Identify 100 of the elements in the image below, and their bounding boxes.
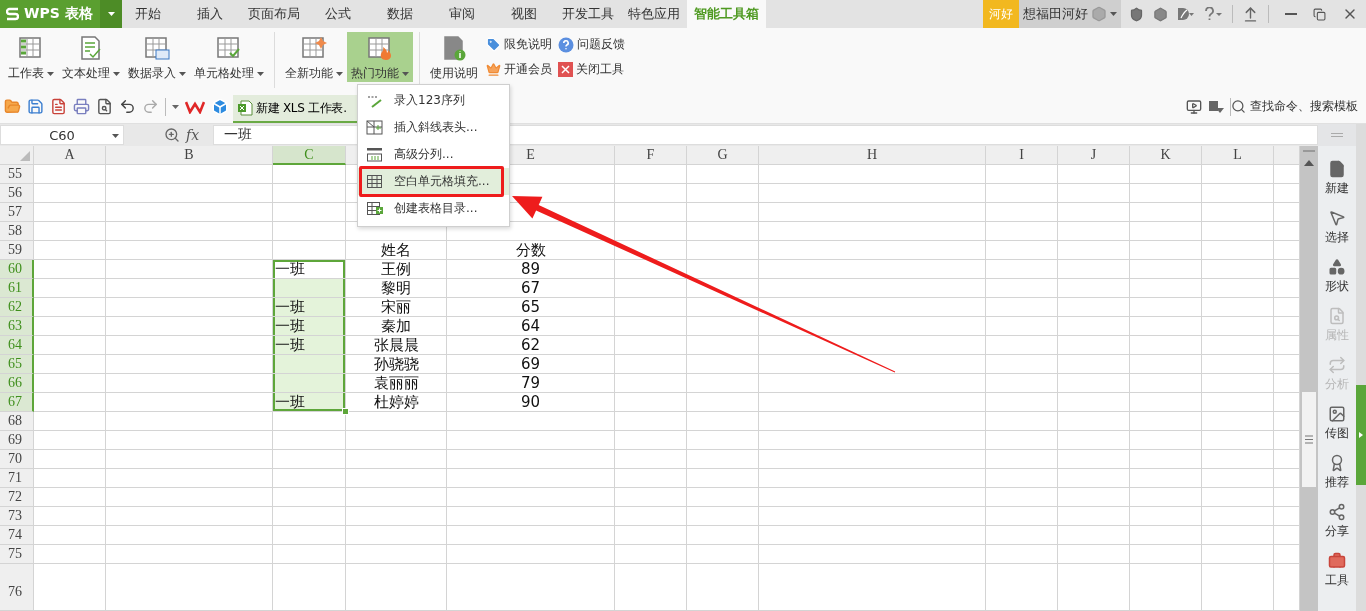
table-cell [34, 279, 106, 298]
ribbon-tab[interactable]: 数据 [369, 0, 431, 28]
table-cell: 一班 [273, 336, 346, 355]
leaf-icon[interactable] [1177, 7, 1195, 21]
ribbon-small-button[interactable]: 问题反馈 [558, 36, 625, 53]
ribbon-tab[interactable]: 插入 [179, 0, 241, 28]
table-cell [34, 355, 106, 374]
redo-icon[interactable] [142, 98, 159, 115]
column-header[interactable]: F [615, 146, 687, 165]
column-header[interactable]: I [986, 146, 1058, 165]
row-header[interactable]: 57 [0, 203, 34, 222]
ribbon-small-button[interactable]: 限免说明 [486, 36, 552, 53]
sidebar-item[interactable]: 形状 [1325, 258, 1349, 295]
monitor-icon[interactable] [1186, 98, 1202, 115]
row-header[interactable]: 74 [0, 526, 34, 545]
grip-icon [1305, 435, 1313, 444]
table-cell [615, 317, 687, 336]
table-cell [1274, 241, 1300, 260]
table-cell [1058, 564, 1130, 611]
ribbon-tab[interactable]: 开发工具 [555, 0, 621, 28]
flag-icon[interactable] [1208, 99, 1224, 114]
scroll-up-icon[interactable] [1304, 160, 1314, 166]
account-button[interactable]: 想福田河好 [1019, 0, 1121, 28]
ribbon-small-button[interactable]: 关闭工具 [558, 61, 625, 78]
row-header[interactable]: 55 [0, 165, 34, 184]
vertical-scrollbar[interactable] [1300, 146, 1318, 611]
ribbon-button[interactable]: 全新功能 [281, 32, 347, 82]
row-header[interactable]: 56 [0, 184, 34, 203]
row-header[interactable]: 71 [0, 469, 34, 488]
upload-icon[interactable] [1242, 5, 1259, 23]
sidebar-item[interactable]: 推荐 [1325, 454, 1349, 491]
sidebar-item[interactable]: 传图 [1325, 405, 1349, 442]
column-header[interactable]: A [34, 146, 106, 165]
ribbon-tab[interactable]: 审阅 [431, 0, 493, 28]
column-header[interactable]: L [1202, 146, 1274, 165]
function-button[interactable]: fx [186, 127, 200, 143]
help-icon[interactable] [1204, 7, 1223, 21]
ribbon-button[interactable]: 工作表 [4, 32, 58, 82]
table-cell [986, 241, 1058, 260]
sidebar-item[interactable]: 分享 [1325, 503, 1349, 540]
column-header[interactable]: K [1130, 146, 1202, 165]
folder-icon[interactable] [4, 98, 21, 115]
table-cell [1202, 355, 1274, 374]
ribbon-tab[interactable]: 公式 [307, 0, 369, 28]
row-header[interactable]: 72 [0, 488, 34, 507]
ribbon-button[interactable]: 单元格处理 [190, 32, 268, 82]
table-cell [1202, 222, 1274, 241]
ribbon-button[interactable]: 数据录入 [124, 32, 190, 82]
sidebar-item[interactable]: 选择 [1325, 209, 1349, 246]
table-cell [1202, 260, 1274, 279]
table-cell [1274, 184, 1300, 203]
column-header[interactable]: B [106, 146, 273, 165]
ribbon-button[interactable]: 文本处理 [58, 32, 124, 82]
table-cell [1274, 526, 1300, 545]
hexagon-icon[interactable] [1153, 6, 1168, 22]
row-header[interactable]: 75 [0, 545, 34, 564]
row-header[interactable]: 58 [0, 222, 34, 241]
scrollbar-thumb[interactable] [1302, 392, 1316, 487]
row-header[interactable]: 59 [0, 241, 34, 260]
name-box[interactable]: C60 [0, 125, 124, 145]
table-cell [687, 260, 759, 279]
row-header[interactable]: 68 [0, 412, 34, 431]
command-search[interactable]: 查找命令、搜索模板 [1231, 98, 1366, 115]
app-menu-button[interactable] [100, 0, 122, 28]
table-cell [1274, 469, 1300, 488]
ribbon-button[interactable]: 使用说明 [426, 32, 482, 82]
ribbon-small-button[interactable]: 开通会员 [486, 61, 552, 78]
zoom-icon[interactable] [164, 127, 180, 143]
printer-icon[interactable] [73, 98, 90, 115]
row-header[interactable]: 76 [0, 564, 34, 611]
table-cell [34, 488, 106, 507]
row-header[interactable]: 70 [0, 450, 34, 469]
table-cell: 64 [447, 317, 615, 336]
fill-handle[interactable] [342, 408, 349, 415]
save-icon[interactable] [27, 98, 44, 115]
cube-icon[interactable] [211, 97, 229, 116]
column-header[interactable]: J [1058, 146, 1130, 165]
column-header[interactable]: H [759, 146, 986, 165]
ribbon-button[interactable]: 热门功能 [347, 32, 413, 82]
shield-icon[interactable] [1129, 6, 1144, 22]
table-cell [687, 203, 759, 222]
column-header[interactable]: G [687, 146, 759, 165]
table-cell: 分数 [447, 241, 615, 260]
table-cell [1202, 564, 1274, 611]
collapse-handle[interactable] [1356, 385, 1366, 485]
logo-icon[interactable] [185, 99, 205, 114]
sidebar-item[interactable]: 新建 [1325, 160, 1349, 197]
undo-icon[interactable] [119, 98, 136, 115]
ribbon-tab[interactable]: 视图 [493, 0, 555, 28]
ribbon-tab[interactable]: 开始 [117, 0, 179, 28]
table-cell [1130, 279, 1202, 298]
row-header[interactable]: 69 [0, 431, 34, 450]
ribbon-tab[interactable]: 特色应用 [621, 0, 687, 28]
preview-icon[interactable] [96, 98, 113, 115]
sidebar-item[interactable]: 工具 [1325, 552, 1349, 589]
menu-item[interactable]: 创建表格目录... [358, 195, 509, 222]
ribbon-tab[interactable]: 页面布局 [241, 0, 307, 28]
row-header[interactable]: 73 [0, 507, 34, 526]
sidebar-handle[interactable] [1318, 124, 1356, 146]
document-icon[interactable] [50, 98, 67, 115]
